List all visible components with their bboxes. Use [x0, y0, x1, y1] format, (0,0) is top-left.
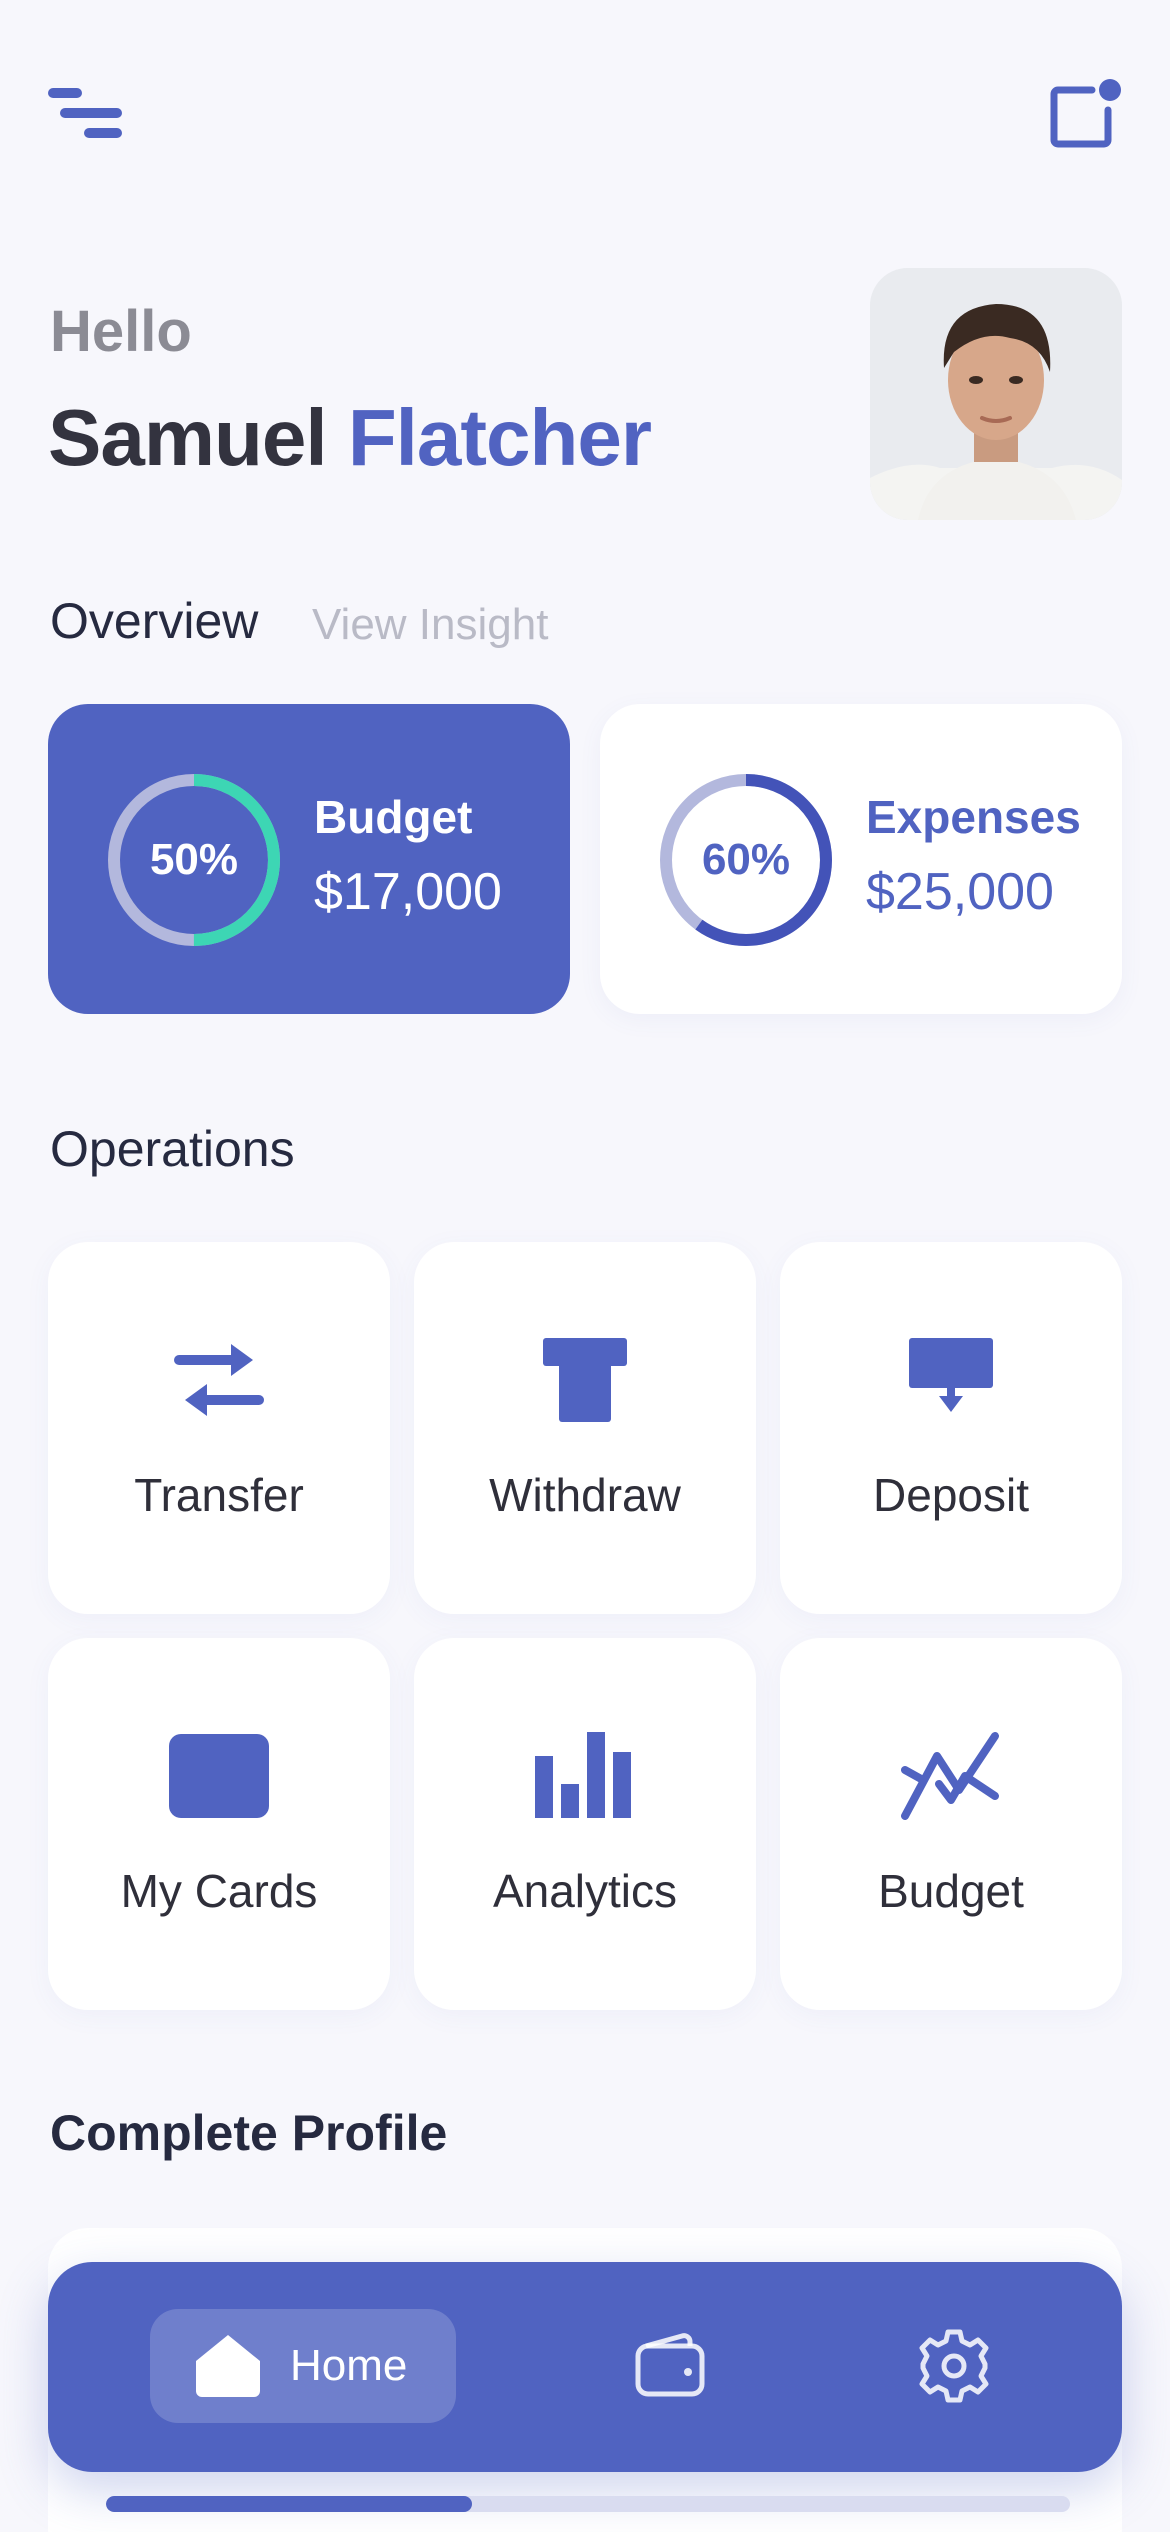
operation-my-cards[interactable]: My Cards [48, 1638, 390, 2010]
greeting-hello: Hello [50, 299, 192, 364]
expenses-card[interactable]: 60% Expenses $25,000 [600, 704, 1122, 1014]
bottom-nav: Home [48, 2262, 1122, 2472]
operation-analytics[interactable]: Analytics [414, 1638, 756, 2010]
budget-label: Budget [314, 791, 473, 843]
withdraw-icon [543, 1338, 627, 1422]
budget-card[interactable]: 50% Budget $17,000 [48, 704, 570, 1014]
card-icon [169, 1734, 269, 1818]
view-insight-link[interactable]: View Insight [312, 600, 548, 650]
operation-deposit[interactable]: Deposit [780, 1242, 1122, 1614]
operation-label: Budget [878, 1865, 1024, 1917]
operation-transfer[interactable]: Transfer [48, 1242, 390, 1614]
profile-progress-bar [106, 2496, 1070, 2512]
operation-withdraw[interactable]: Withdraw [414, 1242, 756, 1614]
deposit-icon [909, 1338, 993, 1412]
user-first-name: Samuel [48, 393, 328, 482]
operation-label: My Cards [120, 1865, 318, 1917]
notification-icon[interactable] [1048, 76, 1124, 152]
budget-percent: 50% [149, 835, 239, 884]
expenses-label: Expenses [866, 791, 1081, 843]
operation-label: Transfer [134, 1469, 304, 1521]
expenses-amount: $25,000 [866, 863, 1054, 921]
avatar[interactable] [870, 268, 1122, 520]
operation-label: Withdraw [489, 1469, 681, 1521]
gear-icon[interactable] [916, 2328, 992, 2404]
home-icon [196, 2335, 260, 2397]
operation-label: Deposit [873, 1469, 1029, 1521]
operation-budget[interactable]: Budget [780, 1638, 1122, 2010]
avatar-portrait [870, 268, 1122, 520]
transfer-icon [174, 1344, 264, 1416]
bar-chart-icon [535, 1732, 631, 1818]
operation-label: Analytics [492, 1865, 678, 1917]
overview-title: Overview [50, 593, 259, 649]
menu-icon[interactable] [48, 84, 124, 142]
user-last-name: Flatcher [347, 393, 652, 482]
nav-home[interactable]: Home [150, 2309, 456, 2423]
wallet-icon[interactable] [634, 2330, 706, 2402]
complete-profile-title: Complete Profile [50, 2105, 448, 2161]
expenses-percent: 60% [701, 835, 791, 884]
operations-title: Operations [50, 1121, 295, 1177]
profile-progress-fill [106, 2496, 473, 2512]
nav-home-label: Home [290, 2341, 408, 2390]
user-name: Samuel Flatcher [48, 392, 652, 484]
budget-amount: $17,000 [314, 863, 502, 921]
trend-icon [901, 1732, 999, 1820]
